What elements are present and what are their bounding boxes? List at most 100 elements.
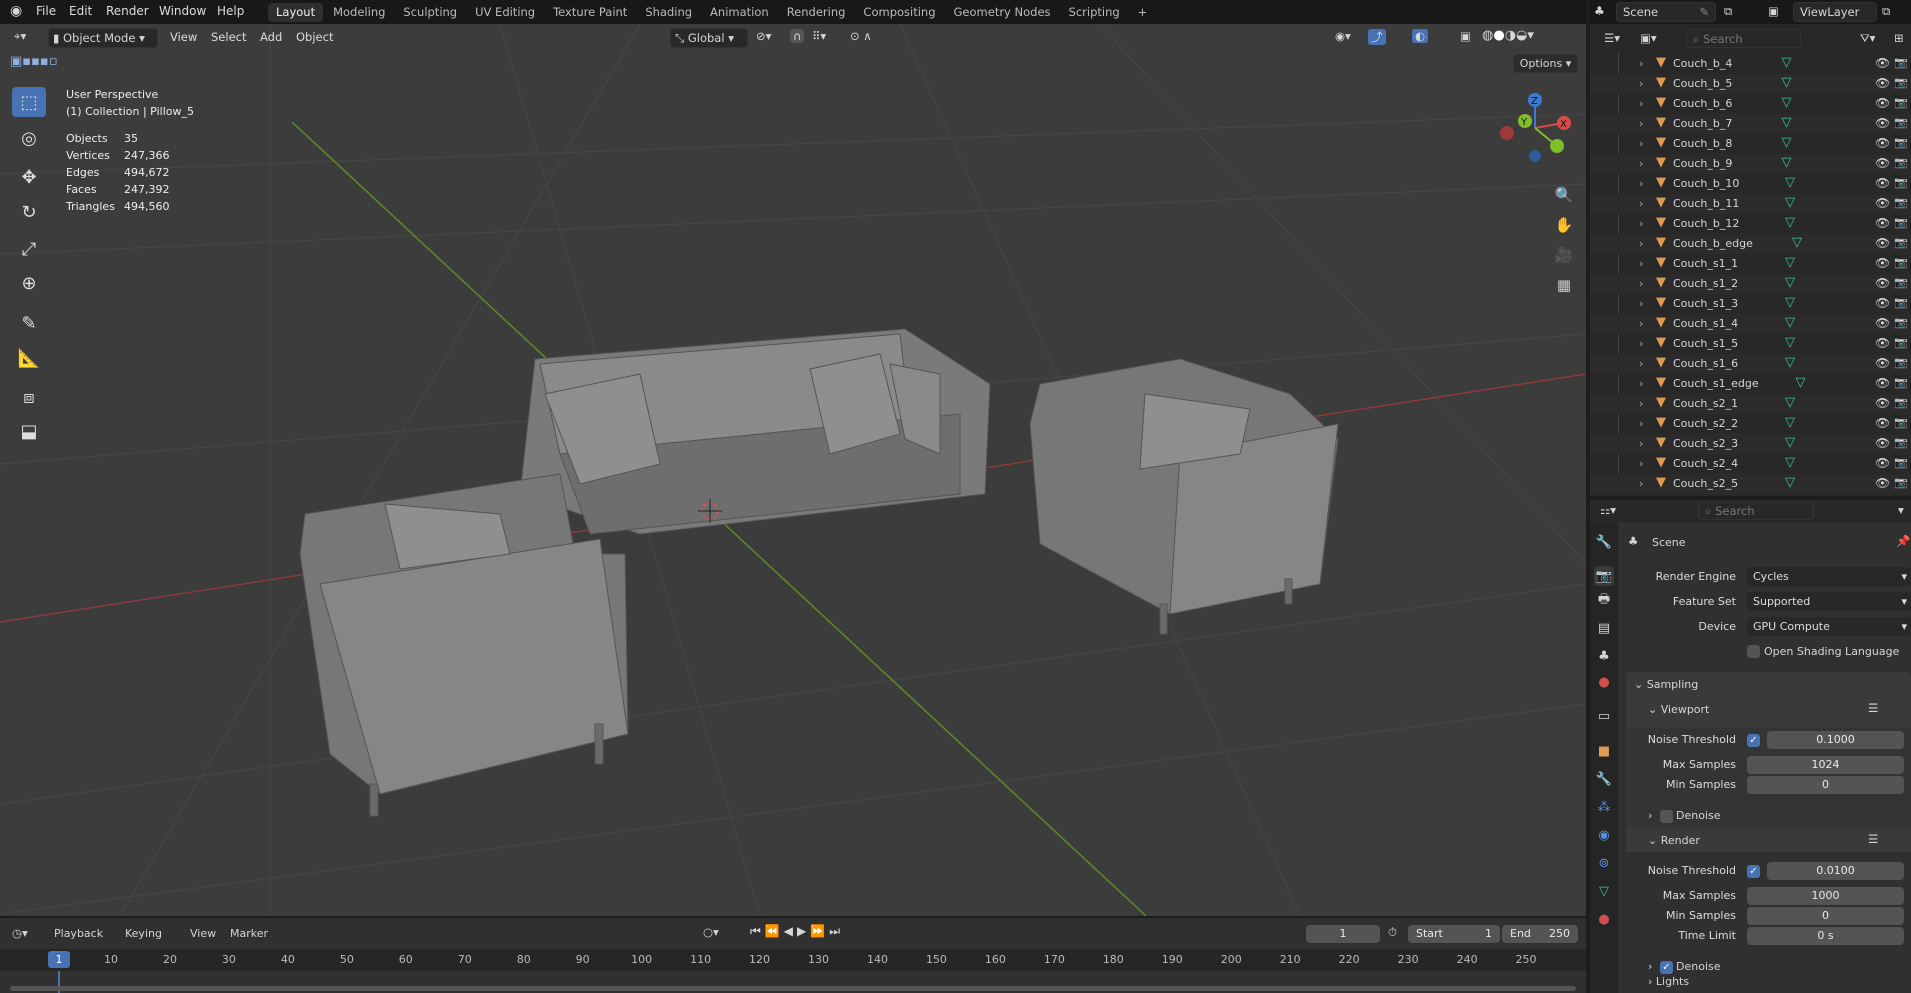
tab-compositing[interactable]: Compositing [855, 3, 943, 22]
outliner-item[interactable]: › ▼ Couch_s1_edge ▽ 👁 📷 [1590, 374, 1911, 394]
expand-chevron-icon[interactable]: › [1639, 237, 1643, 250]
transform-tool-icon[interactable]: ⊕ [12, 268, 46, 298]
menu-playback[interactable]: Playback [54, 927, 103, 940]
outliner-item[interactable]: › ▼ Couch_s2_1 ▽ 👁 📷 [1590, 394, 1911, 414]
menu-select[interactable]: Select [205, 27, 252, 47]
tab-layout[interactable]: Layout [268, 3, 324, 22]
mesh-data-icon[interactable]: ▽ [1782, 95, 1792, 110]
camera-icon[interactable]: 📷 [1894, 476, 1908, 489]
eye-icon[interactable]: 👁 [1875, 96, 1890, 110]
outliner-item[interactable]: › ▼ Couch_s2_4 ▽ 👁 📷 [1590, 454, 1911, 474]
outliner-item[interactable]: › ▼ Couch_b_6 ▽ 👁 📷 [1590, 94, 1911, 114]
render-subpanel-toggle[interactable]: ⌄ Render [1648, 834, 1700, 847]
eye-icon[interactable]: 👁 [1875, 56, 1890, 70]
mesh-data-icon[interactable]: ▽ [1785, 395, 1795, 410]
outliner-search-input[interactable]: ⌕ Search [1686, 29, 1801, 48]
pan-hand-icon[interactable]: ✋ [1551, 212, 1577, 238]
properties-search-input[interactable]: ⌕ Search [1698, 502, 1814, 520]
vp-noise-threshold-checkbox[interactable]: ✓ [1747, 734, 1760, 747]
r-denoise-toggle[interactable]: › [1648, 960, 1652, 973]
expand-chevron-icon[interactable]: › [1639, 117, 1643, 130]
new-scene-icon[interactable]: ⧉ [1724, 4, 1732, 19]
outliner-item[interactable]: › ▼ Couch_s2_5 ▽ 👁 📷 [1590, 474, 1911, 494]
pin-icon[interactable]: 📌 [1896, 534, 1910, 548]
camera-icon[interactable]: 📷 [1894, 456, 1908, 469]
tab-modeling[interactable]: Modeling [325, 3, 393, 22]
eye-icon[interactable]: 👁 [1875, 116, 1890, 130]
expand-chevron-icon[interactable]: › [1639, 317, 1643, 330]
viewport-subpanel-toggle[interactable]: ⌄ Viewport [1648, 703, 1709, 716]
eye-icon[interactable]: 👁 [1875, 356, 1890, 370]
lights-panel-toggle[interactable]: › Lights [1648, 975, 1689, 988]
snap-target-icon[interactable]: ⠿▾ [812, 29, 826, 43]
scene-tab-icon[interactable]: ♣ [1594, 646, 1614, 666]
expand-chevron-icon[interactable]: › [1639, 217, 1643, 230]
timeline-editor-icon[interactable]: ◷▾ [12, 926, 28, 940]
pivot-icon[interactable]: ⊘▾ [756, 29, 771, 43]
render-presets-icon[interactable]: ☰ [1868, 832, 1878, 846]
outliner-item[interactable]: › ▼ Couch_s1_3 ▽ 👁 📷 [1590, 294, 1911, 314]
camera-icon[interactable]: 📷 [1894, 156, 1908, 169]
measure-tool-icon[interactable]: 📐 [12, 343, 46, 373]
expand-chevron-icon[interactable]: › [1639, 277, 1643, 290]
camera-icon[interactable]: 📷 [1894, 436, 1908, 449]
gizmo-toggle-icon[interactable]: ⤴ [1368, 29, 1386, 45]
eye-icon[interactable]: 👁 [1875, 156, 1890, 170]
camera-icon[interactable]: 📷 [1894, 56, 1908, 69]
menu-file[interactable]: File [36, 4, 56, 18]
vp-denoise-toggle[interactable]: › [1648, 809, 1652, 822]
ortho-grid-icon[interactable]: ▦ [1551, 272, 1577, 298]
menu-marker[interactable]: Marker [230, 927, 268, 940]
camera-icon[interactable]: 📷 [1894, 196, 1908, 209]
eye-icon[interactable]: 👁 [1875, 456, 1890, 470]
menu-help[interactable]: Help [217, 4, 244, 18]
camera-icon[interactable]: 📷 [1894, 76, 1908, 89]
menu-window[interactable]: Window [159, 4, 206, 18]
render-tab-icon[interactable]: 📷 [1594, 566, 1614, 586]
mesh-data-icon[interactable]: ▽ [1785, 315, 1795, 330]
eye-icon[interactable]: 👁 [1875, 256, 1890, 270]
mesh-data-icon[interactable]: ▽ [1796, 375, 1806, 390]
menu-object[interactable]: Object [290, 27, 339, 47]
3d-viewport[interactable]: ⌖▾ ▮ Object Mode ▾ View Select Add Objec… [0, 24, 1586, 916]
mesh-data-icon[interactable]: ▽ [1785, 455, 1795, 470]
r-denoise-checkbox[interactable]: ✓ [1660, 961, 1673, 974]
mesh-data-icon[interactable]: ▽ [1785, 195, 1795, 210]
expand-chevron-icon[interactable]: › [1639, 77, 1643, 90]
camera-icon[interactable]: 📷 [1894, 256, 1908, 269]
eye-icon[interactable]: 👁 [1875, 76, 1890, 90]
mode-dropdown[interactable]: ▮ Object Mode ▾ [48, 28, 158, 48]
camera-icon[interactable]: 📷 [1894, 336, 1908, 349]
mesh-data-icon[interactable]: ▽ [1785, 295, 1795, 310]
expand-chevron-icon[interactable]: › [1639, 397, 1643, 410]
mesh-data-icon[interactable]: ▽ [1785, 175, 1795, 190]
mesh-data-icon[interactable]: ▽ [1785, 415, 1795, 430]
camera-icon[interactable]: 📷 [1894, 356, 1908, 369]
eye-icon[interactable]: 👁 [1875, 416, 1890, 430]
expand-chevron-icon[interactable]: › [1639, 377, 1643, 390]
mesh-data-icon[interactable]: ▽ [1785, 255, 1795, 270]
outliner-item[interactable]: › ▼ Couch_s1_5 ▽ 👁 📷 [1590, 334, 1911, 354]
outliner-item[interactable]: › ▼ Couch_s2_3 ▽ 👁 📷 [1590, 434, 1911, 454]
outliner-item[interactable]: › ▼ Couch_b_10 ▽ 👁 📷 [1590, 174, 1911, 194]
xray-icon[interactable]: ▣ [1460, 29, 1471, 43]
device-dropdown[interactable]: GPU Compute ▾ [1747, 617, 1911, 636]
eye-icon[interactable]: 👁 [1875, 296, 1890, 310]
r-min-samples-field[interactable]: 0 [1747, 907, 1904, 925]
frame-ruler[interactable]: 1 10 20 30 40 50 60 70 80 90 100 110 120 130 140 150 16… [0, 949, 1586, 971]
eye-icon[interactable]: 👁 [1875, 276, 1890, 290]
camera-icon[interactable]: 📷 [1894, 376, 1908, 389]
tab-uv-editing[interactable]: UV Editing [467, 3, 543, 22]
outliner-item[interactable]: › ▼ Couch_s1_4 ▽ 👁 📷 [1590, 314, 1911, 334]
eye-icon[interactable]: 👁 [1875, 316, 1890, 330]
outliner-item[interactable]: › ▼ Couch_s1_1 ▽ 👁 📷 [1590, 254, 1911, 274]
playback-controls[interactable]: ⏮⏪◀▶⏩⏭ [750, 924, 844, 939]
menu-edit[interactable]: Edit [69, 4, 92, 18]
tab-shading[interactable]: Shading [637, 3, 700, 22]
view-layer-tab-icon[interactable]: ▤ [1594, 618, 1614, 638]
proportional-edit-icon[interactable]: ⊙ ∧ [850, 29, 872, 43]
mesh-data-icon[interactable]: ▽ [1782, 75, 1792, 90]
menu-view[interactable]: View [164, 27, 203, 47]
scene-field[interactable]: Scene ✎ [1616, 2, 1716, 22]
menu-render[interactable]: Render [106, 4, 149, 18]
